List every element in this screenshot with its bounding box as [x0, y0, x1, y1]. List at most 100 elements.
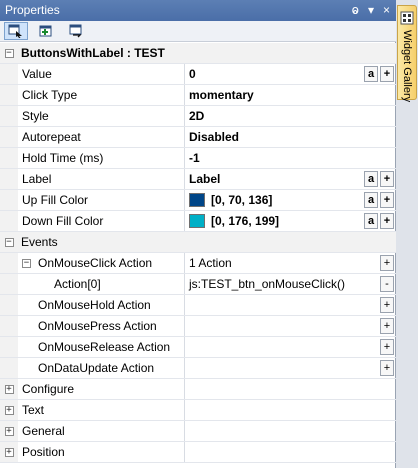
expand-icon[interactable]: + — [4, 384, 14, 394]
collapse-icon[interactable]: − — [4, 237, 14, 247]
collapse-icon[interactable]: − — [4, 48, 14, 58]
add-button[interactable]: + — [380, 66, 394, 82]
section-configure[interactable]: + Configure — [0, 379, 396, 400]
event-label: OnMouseClick Action — [38, 256, 153, 270]
property-label: Style — [18, 106, 185, 126]
property-value[interactable]: [0, 176, 199] a + — [185, 211, 396, 231]
add-button[interactable]: + — [380, 192, 394, 208]
events-view-button[interactable] — [64, 22, 88, 40]
add-button[interactable]: + — [380, 171, 394, 187]
value-text: [0, 70, 136] — [211, 193, 273, 207]
property-value[interactable]: momentary — [185, 85, 396, 105]
widget-gallery-tab[interactable]: Widget Gallery — [397, 5, 417, 103]
widget-gallery-icon — [400, 11, 414, 25]
property-value[interactable]: [0, 70, 136] a + — [185, 190, 396, 210]
property-label: OnDataUpdate Action — [18, 358, 185, 378]
section-label: General — [18, 421, 185, 441]
property-row-value[interactable]: Value 0 a + — [0, 64, 396, 85]
property-value[interactable]: Label a + — [185, 169, 396, 189]
section-label: Configure — [18, 379, 185, 399]
variable-button[interactable]: a — [364, 66, 378, 82]
event-row-onmousehold[interactable]: OnMouseHold Action + — [0, 295, 396, 316]
event-row-ondataupdate[interactable]: OnDataUpdate Action + — [0, 358, 396, 379]
property-row-down-fill-color[interactable]: Down Fill Color [0, 176, 199] a + — [0, 211, 396, 232]
section-label: Events — [21, 235, 58, 249]
property-label: Autorepeat — [18, 127, 185, 147]
remove-action-button[interactable]: - — [380, 276, 394, 292]
property-value[interactable]: + — [185, 295, 396, 315]
property-row-hold-time[interactable]: Hold Time (ms) -1 — [0, 148, 396, 169]
property-value[interactable]: + — [185, 337, 396, 357]
event-row-onmousepress[interactable]: OnMousePress Action + — [0, 316, 396, 337]
add-action-button[interactable]: + — [380, 360, 394, 376]
value-text: js:TEST_btn_onMouseClick() — [189, 277, 346, 291]
value-text: [0, 176, 199] — [211, 214, 280, 228]
add-property-button[interactable] — [34, 22, 58, 40]
property-value[interactable]: -1 — [185, 148, 396, 168]
property-row-click-type[interactable]: Click Type momentary — [0, 85, 396, 106]
property-label: Label — [18, 169, 185, 189]
add-property-icon — [39, 25, 52, 37]
variable-button[interactable]: a — [364, 171, 378, 187]
properties-view-icon — [8, 24, 22, 38]
property-row-up-fill-color[interactable]: Up Fill Color [0, 70, 136] a + — [0, 190, 396, 211]
property-row-style[interactable]: Style 2D — [0, 106, 396, 127]
value-text: 1 Action — [189, 256, 232, 270]
property-value[interactable]: 0 a + — [185, 64, 396, 84]
property-label: Action[0] — [18, 274, 185, 294]
property-label: OnMouseRelease Action — [18, 337, 185, 357]
expand-icon[interactable]: + — [4, 447, 14, 457]
properties-toolbar — [0, 21, 396, 42]
properties-view-button[interactable] — [4, 22, 28, 40]
property-row-autorepeat[interactable]: Autorepeat Disabled — [0, 127, 396, 148]
property-row-label[interactable]: Label Label a + — [0, 169, 396, 190]
panel-title: Properties — [5, 3, 60, 17]
property-label: Up Fill Color — [18, 190, 185, 210]
expand-icon[interactable]: + — [4, 405, 14, 415]
property-value[interactable]: 1 Action + — [185, 253, 396, 273]
property-value[interactable]: + — [185, 316, 396, 336]
expand-icon[interactable]: + — [4, 426, 14, 436]
add-action-button[interactable]: + — [380, 297, 394, 313]
color-swatch[interactable] — [189, 192, 205, 207]
object-header-label: ButtonsWithLabel : TEST — [21, 46, 165, 60]
variable-button[interactable]: a — [364, 213, 378, 229]
properties-panel: Properties ⱺ ▾ × − ButtonsWithLabel: TE… — [0, 0, 396, 468]
close-icon[interactable]: × — [383, 0, 390, 21]
event-row-onmouserelease[interactable]: OnMouseRelease Action + — [0, 337, 396, 358]
section-general[interactable]: + General — [0, 421, 396, 442]
pin-icon[interactable]: ⱺ — [352, 0, 359, 21]
add-action-button[interactable]: + — [380, 339, 394, 355]
value-text: 0 — [189, 67, 196, 81]
add-action-button[interactable]: + — [380, 255, 394, 271]
add-button[interactable]: + — [380, 213, 394, 229]
property-value[interactable]: js:TEST_btn_onMouseClick() - — [185, 274, 396, 294]
object-header-row: − ButtonsWithLabel : TEST — [0, 43, 396, 64]
property-value[interactable]: Disabled — [185, 127, 396, 147]
property-label: Hold Time (ms) — [18, 148, 185, 168]
variable-button[interactable]: a — [364, 192, 378, 208]
property-label: Down Fill Color — [18, 211, 185, 231]
collapse-icon[interactable]: − — [22, 259, 31, 269]
dropdown-icon[interactable]: ▾ — [368, 0, 374, 21]
section-events[interactable]: − Events — [0, 232, 396, 253]
add-action-button[interactable]: + — [380, 318, 394, 334]
widget-gallery-label: Widget Gallery — [401, 30, 413, 103]
color-swatch[interactable] — [189, 213, 205, 228]
property-label: Value — [18, 64, 185, 84]
value-text: Label — [189, 172, 221, 186]
right-dock-bar: Widget Gallery — [397, 0, 418, 468]
event-row-onmouseclick[interactable]: − OnMouseClick Action 1 Action + — [0, 253, 396, 274]
section-text[interactable]: + Text — [0, 400, 396, 421]
property-value[interactable]: + — [185, 358, 396, 378]
event-row-action0[interactable]: Action[0] js:TEST_btn_onMouseClick() - — [0, 274, 396, 295]
panel-titlebar: Properties ⱺ ▾ × — [0, 0, 396, 21]
property-label: Click Type — [18, 85, 185, 105]
section-label: Position — [18, 442, 185, 462]
section-position[interactable]: + Position — [0, 442, 396, 463]
section-label: Text — [18, 400, 185, 420]
events-view-icon — [69, 24, 82, 38]
property-value[interactable]: 2D — [185, 106, 396, 126]
property-label: OnMousePress Action — [18, 316, 185, 336]
property-label: OnMouseHold Action — [18, 295, 185, 315]
